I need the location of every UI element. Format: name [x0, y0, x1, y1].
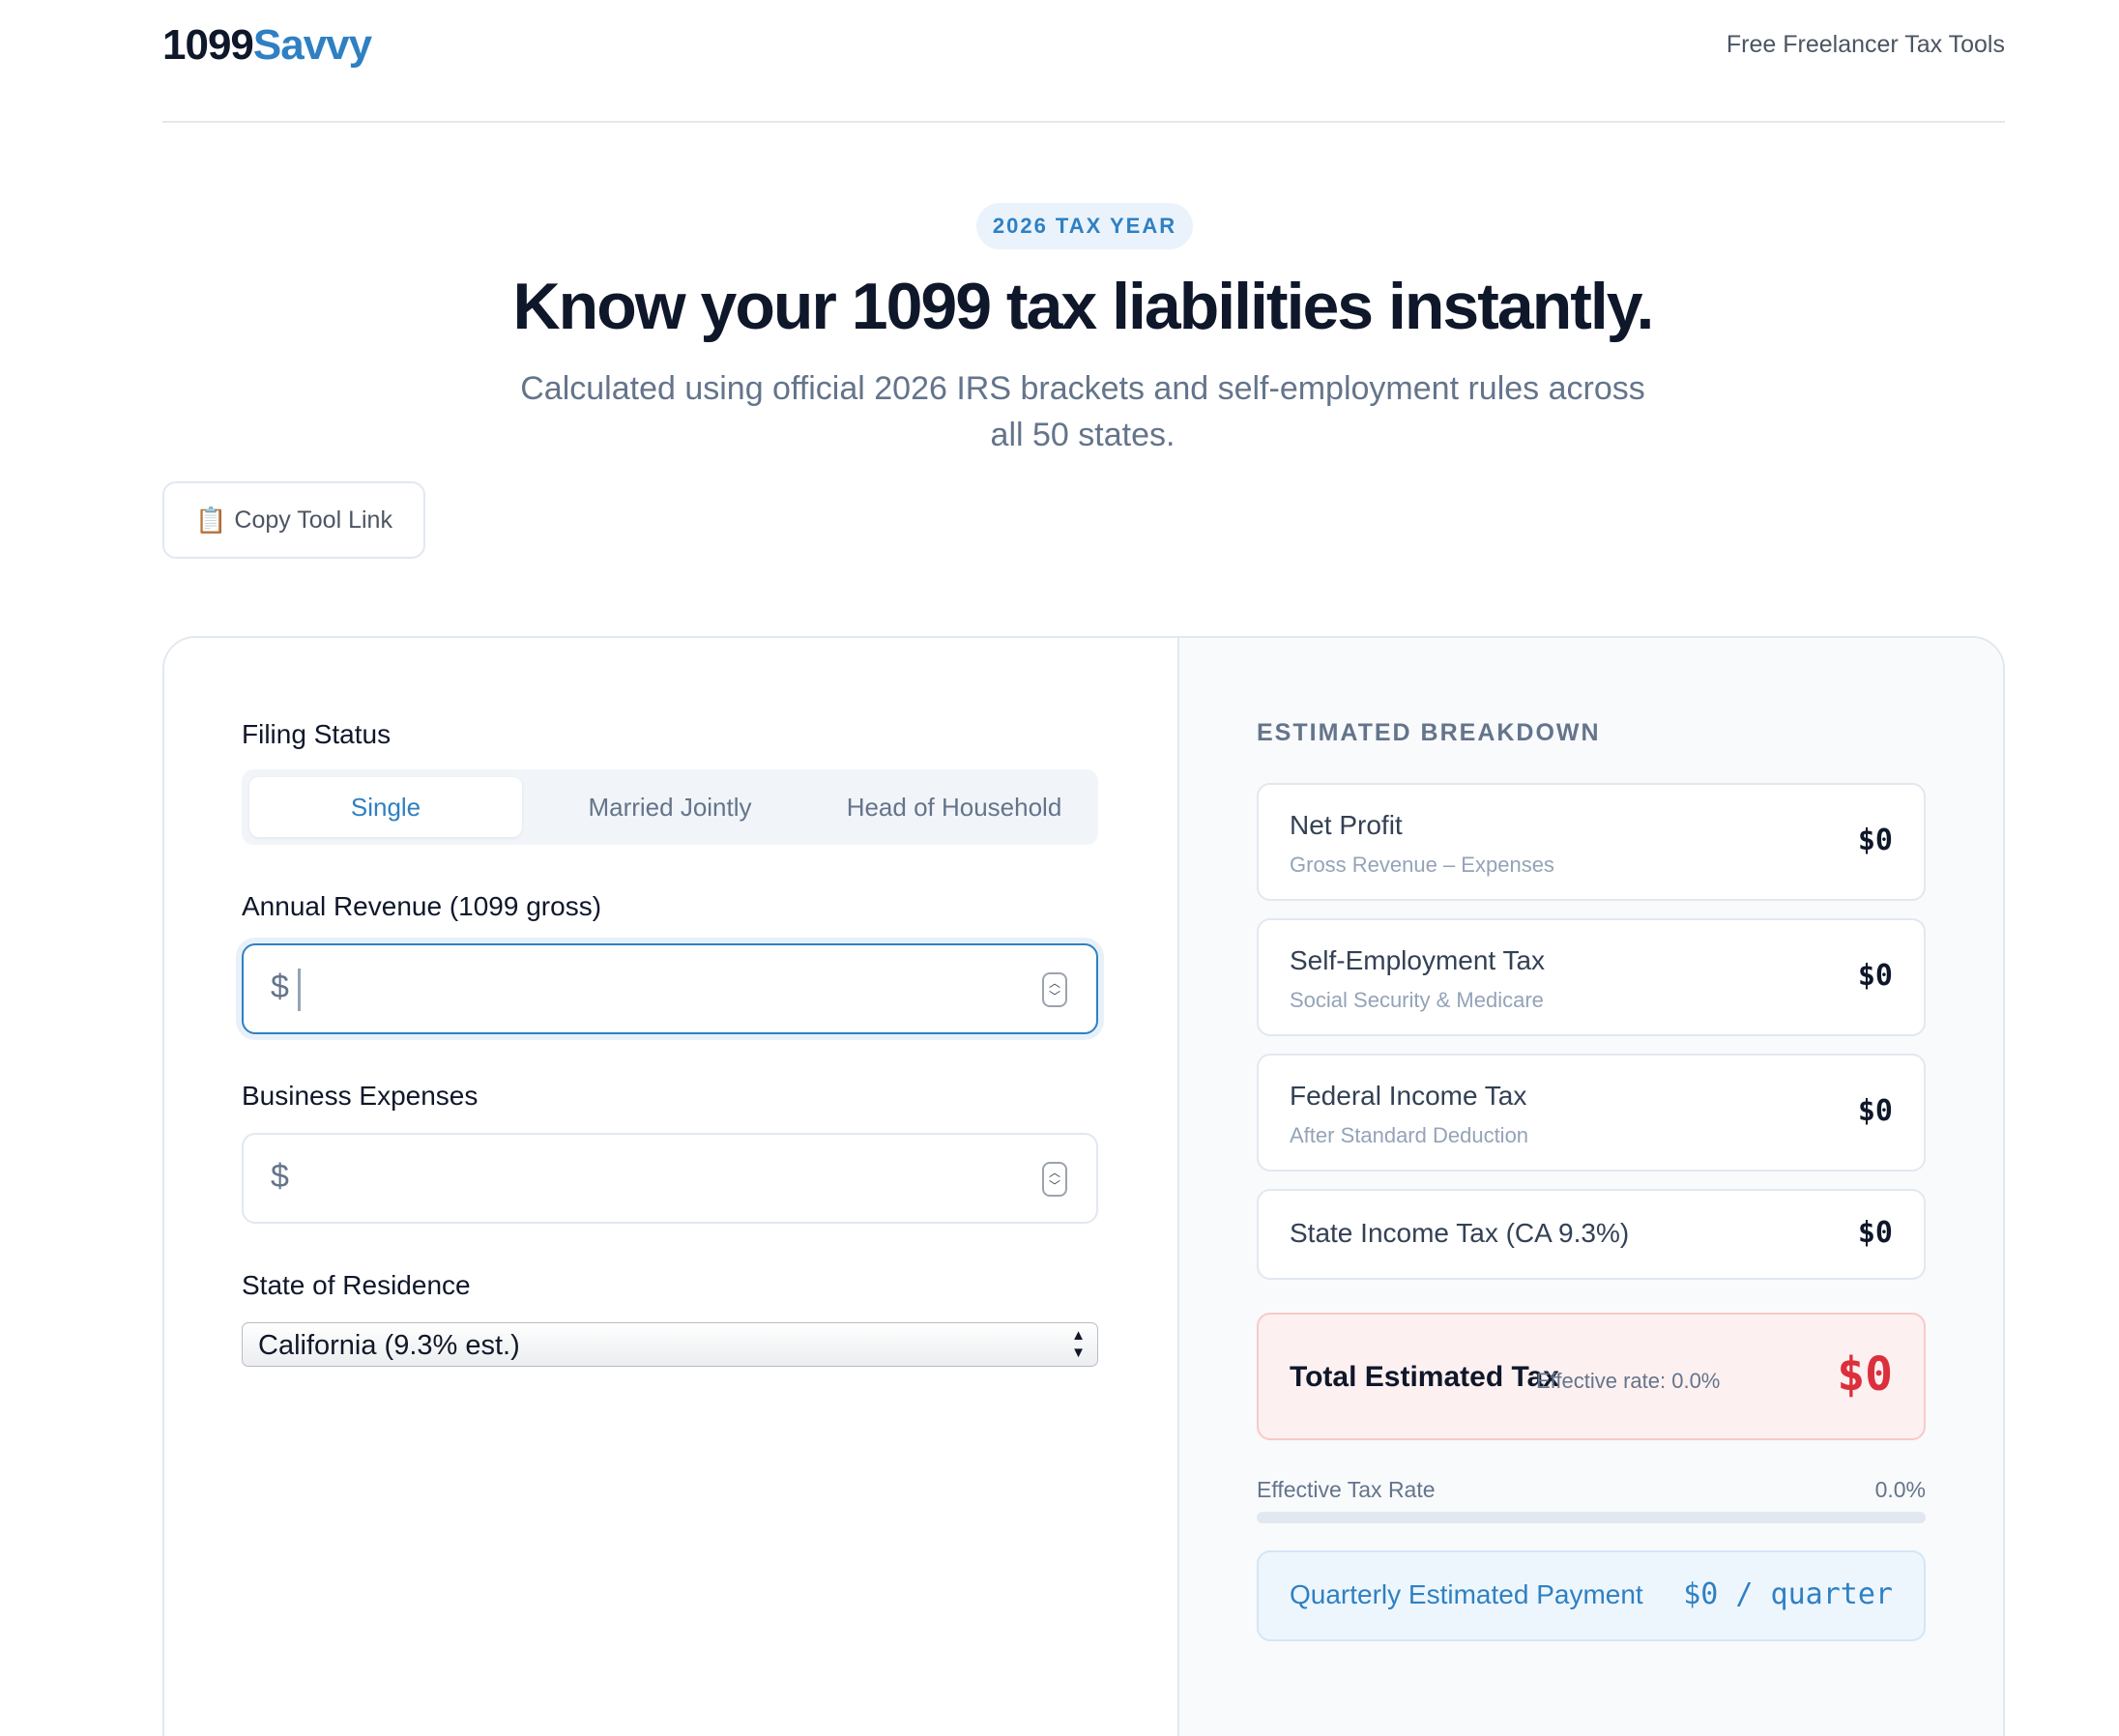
filing-status-label: Filing Status	[242, 719, 392, 749]
site-header: 1099Savvy Free Freelancer Tax Tools	[162, 0, 2005, 123]
business-expenses-label: Business Expenses	[242, 1081, 479, 1111]
quarterly-title: Quarterly Estimated Payment	[1290, 1579, 1643, 1609]
quarterly-amount: $0 / quarter	[1683, 1577, 1893, 1611]
net-profit-row: Net Profit Gross Revenue – Expenses $0	[1257, 783, 1926, 901]
state-select-value: California (9.3% est.)	[258, 1330, 520, 1361]
input-panel: Filing Status Single Married Jointly Hea…	[164, 638, 1177, 1736]
state-of-residence-label: State of Residence	[242, 1270, 471, 1300]
quarterly-payment-card: Quarterly Estimated Payment $0 / quarter	[1257, 1550, 1926, 1641]
federal-income-tax-amount: $0	[1857, 1094, 1893, 1128]
row-title: Federal Income Tax	[1290, 1081, 1527, 1111]
tax-year-badge: 2026 TAX YEAR	[976, 203, 1193, 249]
revenue-stepper-icon[interactable]: ︿ ﹀	[1042, 972, 1067, 1007]
logo[interactable]: 1099Savvy	[162, 21, 372, 70]
annual-revenue-field: $ ︿ ﹀	[242, 943, 1098, 1034]
annual-revenue-input[interactable]	[302, 963, 998, 1017]
filing-status-segmented-control: Single Married Jointly Head of Household	[242, 769, 1098, 845]
effective-tax-rate-value: 0.0%	[1874, 1477, 1926, 1502]
stepper-down-icon: ﹀	[1048, 1179, 1060, 1193]
state-income-tax-row: State Income Tax (CA 9.3%) $0	[1257, 1189, 1926, 1280]
state-select[interactable]: California (9.3% est.) ▲ ▼	[242, 1322, 1098, 1367]
expenses-stepper-icon[interactable]: ︿ ﹀	[1042, 1162, 1067, 1197]
stepper-down-icon: ﹀	[1048, 990, 1060, 1003]
breakdown-panel: ESTIMATED BREAKDOWN Net Profit Gross Rev…	[1177, 638, 2003, 1736]
total-estimated-tax-card: Total Estimated Tax Effective rate: 0.0%…	[1257, 1313, 1926, 1440]
calculator-card: Filing Status Single Married Jointly Hea…	[162, 636, 2005, 1736]
filing-option-head-of-household[interactable]: Head of Household	[818, 777, 1090, 837]
self-employment-tax-row: Self-Employment Tax Social Security & Me…	[1257, 918, 1926, 1036]
row-title: Net Profit	[1290, 810, 1403, 840]
federal-income-tax-row: Federal Income Tax After Standard Deduct…	[1257, 1054, 1926, 1172]
total-effective-rate: Effective rate: 0.0%	[1536, 1369, 1721, 1393]
filing-option-single[interactable]: Single	[249, 777, 522, 837]
total-amount: $0	[1837, 1347, 1893, 1402]
state-income-tax-amount: $0	[1857, 1216, 1893, 1250]
page-title: Know your 1099 tax liabilities instantly…	[512, 270, 1655, 343]
business-expenses-input[interactable]	[302, 1152, 998, 1206]
business-expenses-field: $ ︿ ﹀	[242, 1133, 1098, 1224]
text-caret	[298, 969, 301, 1011]
effective-tax-rate-label: Effective Tax Rate	[1257, 1477, 1436, 1502]
stepper-up-icon: ︿	[1048, 976, 1060, 990]
currency-symbol: $	[271, 1158, 289, 1195]
annual-revenue-label: Annual Revenue (1099 gross)	[242, 891, 602, 921]
free-tools-link[interactable]: Free Freelancer Tax Tools	[1727, 31, 2005, 59]
breakdown-title: ESTIMATED BREAKDOWN	[1257, 719, 1601, 746]
clipboard-icon: 📋	[195, 505, 227, 535]
row-title: Self-Employment Tax	[1290, 945, 1546, 975]
self-employment-tax-amount: $0	[1857, 959, 1893, 993]
logo-text-accent: Savvy	[252, 21, 372, 69]
net-profit-amount: $0	[1857, 824, 1893, 857]
row-subtitle: Gross Revenue – Expenses	[1290, 853, 1554, 877]
logo-text-primary: 1099	[162, 21, 254, 69]
total-title: Total Estimated Tax	[1290, 1361, 1559, 1393]
select-arrows-icon: ▲ ▼	[1071, 1327, 1086, 1361]
effective-tax-rate-bar	[1257, 1512, 1926, 1523]
row-title: State Income Tax (CA 9.3%)	[1290, 1218, 1630, 1248]
copy-tool-link-label: Copy Tool Link	[234, 506, 392, 534]
row-subtitle: Social Security & Medicare	[1290, 988, 1544, 1012]
row-subtitle: After Standard Deduction	[1290, 1123, 1529, 1147]
currency-symbol: $	[271, 969, 289, 1005]
page: 1099Savvy Free Freelancer Tax Tools 2026…	[0, 0, 2119, 1736]
stepper-up-icon: ︿	[1048, 1166, 1060, 1179]
filing-option-married-jointly[interactable]: Married Jointly	[534, 777, 806, 837]
page-subtitle: Calculated using official 2026 IRS brack…	[520, 370, 1645, 453]
copy-tool-link-button[interactable]: 📋 Copy Tool Link	[162, 481, 425, 559]
